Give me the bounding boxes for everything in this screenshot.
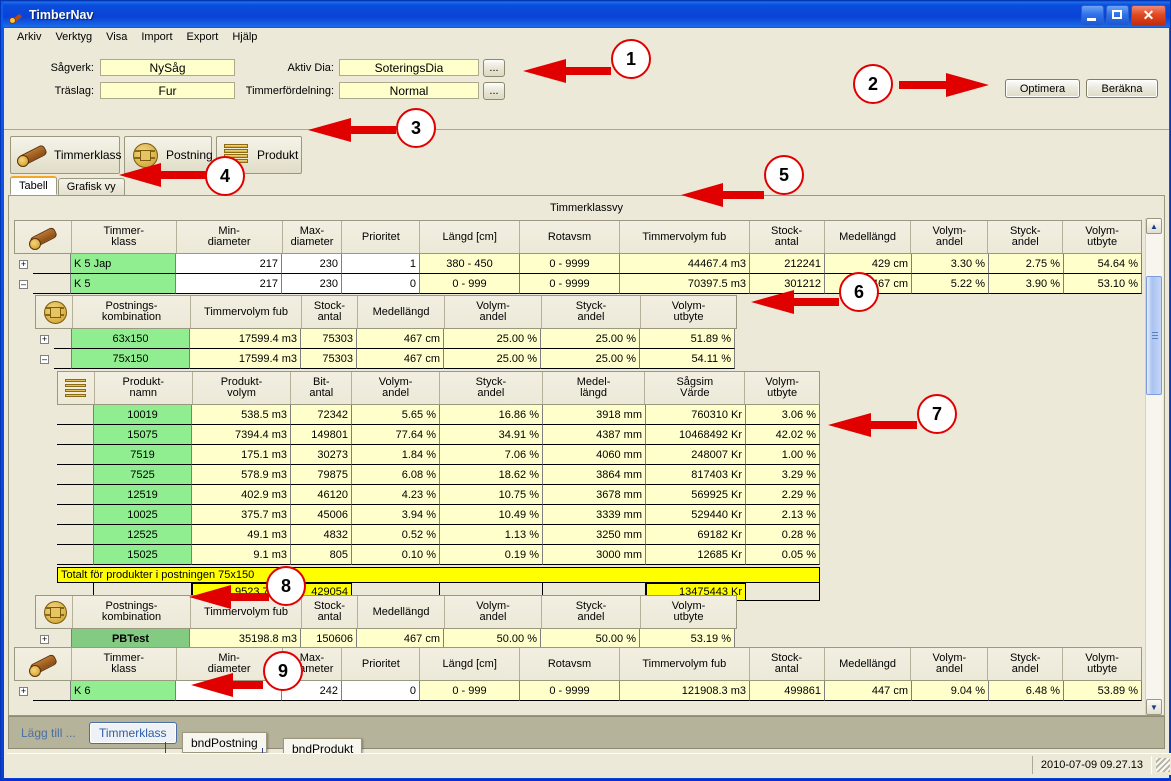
annotation-1: 1 [611,39,651,79]
annotation-3: 3 [396,108,436,148]
annotation-7: 7 [917,394,957,434]
annotation-arrows [119,59,989,697]
annotation-4: 4 [205,156,245,196]
annotation-5: 5 [764,155,804,195]
annotation-2: 2 [853,64,893,104]
annotation-9: 9 [263,651,303,691]
annotation-8: 8 [266,566,306,606]
application-window: TimberNav ✕ Arkiv Verktyg Visa Import Ex… [0,0,1171,780]
annotation-6: 6 [839,272,879,312]
